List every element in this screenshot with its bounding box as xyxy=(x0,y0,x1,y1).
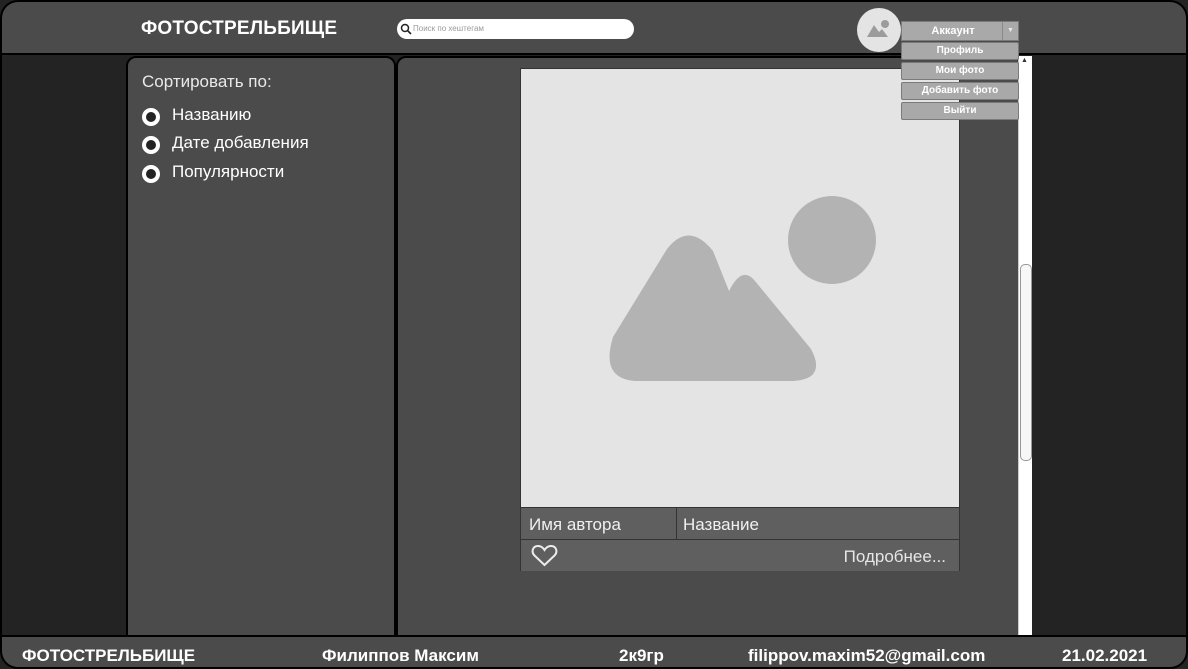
sort-option-label: Популярности xyxy=(172,162,285,181)
chevron-down-icon[interactable]: ▼ xyxy=(1002,22,1018,40)
account-button-label: Аккаунт xyxy=(931,25,975,37)
scroll-up-icon[interactable]: ▲ xyxy=(1021,57,1028,64)
photo-card[interactable]: Имя автора Название Подробнее... xyxy=(520,68,960,571)
account-dropdown: Профиль Мои фото Добавить фото Выйти xyxy=(901,42,1019,122)
sort-sidebar: Сортировать по: Названию Дате добавления… xyxy=(126,56,396,650)
sort-option-label: Дате добавления xyxy=(172,133,309,152)
card-actions: Подробнее... xyxy=(521,539,959,571)
image-placeholder-icon xyxy=(521,69,959,507)
menu-item-profile[interactable]: Профиль xyxy=(901,42,1019,60)
menu-item-my-photos[interactable]: Мои фото xyxy=(901,62,1019,80)
feed-scrollbar[interactable]: ▲ xyxy=(1018,56,1032,638)
menu-item-logout[interactable]: Выйти xyxy=(901,102,1019,120)
footer-date: 21.02.2021 xyxy=(1062,646,1148,665)
radio-button[interactable] xyxy=(142,165,160,183)
sort-option-label: Названию xyxy=(172,105,252,124)
sort-title: Сортировать по: xyxy=(142,72,272,91)
photo-title: Название xyxy=(683,515,759,534)
scroll-thumb[interactable] xyxy=(1020,264,1032,461)
avatar[interactable] xyxy=(857,8,901,52)
search-icon xyxy=(400,23,412,35)
radio-button[interactable] xyxy=(142,136,160,154)
radio-button[interactable] xyxy=(142,108,160,126)
search-placeholder: Поиск по хештегам xyxy=(413,24,484,33)
search-input[interactable]: Поиск по хештегам xyxy=(397,19,634,39)
site-logo[interactable]: ФОТОСТРЕЛЬБИЩЕ xyxy=(141,18,337,40)
footer: ФОТОСТРЕЛЬБИЩЕ Филиппов Максим 2к9гр fil… xyxy=(2,635,1186,667)
menu-item-add-photo[interactable]: Добавить фото xyxy=(901,82,1019,100)
footer-logo: ФОТОСТРЕЛЬБИЩЕ xyxy=(22,646,196,665)
details-link[interactable]: Подробнее... xyxy=(844,540,946,574)
card-meta: Имя автора Название xyxy=(521,507,959,539)
footer-group: 2к9гр xyxy=(619,646,664,665)
footer-author-name: Филиппов Максим xyxy=(322,646,479,665)
app-frame: ФОТОСТРЕЛЬБИЩЕ Поиск по хештегам Аккаунт… xyxy=(0,0,1188,669)
footer-email[interactable]: filippov.maxim52@gmail.com xyxy=(748,646,985,666)
account-button[interactable]: Аккаунт ▼ xyxy=(901,21,1019,41)
author-name[interactable]: Имя автора xyxy=(521,508,677,539)
heart-icon[interactable] xyxy=(531,544,558,567)
avatar-image-icon xyxy=(867,20,889,37)
